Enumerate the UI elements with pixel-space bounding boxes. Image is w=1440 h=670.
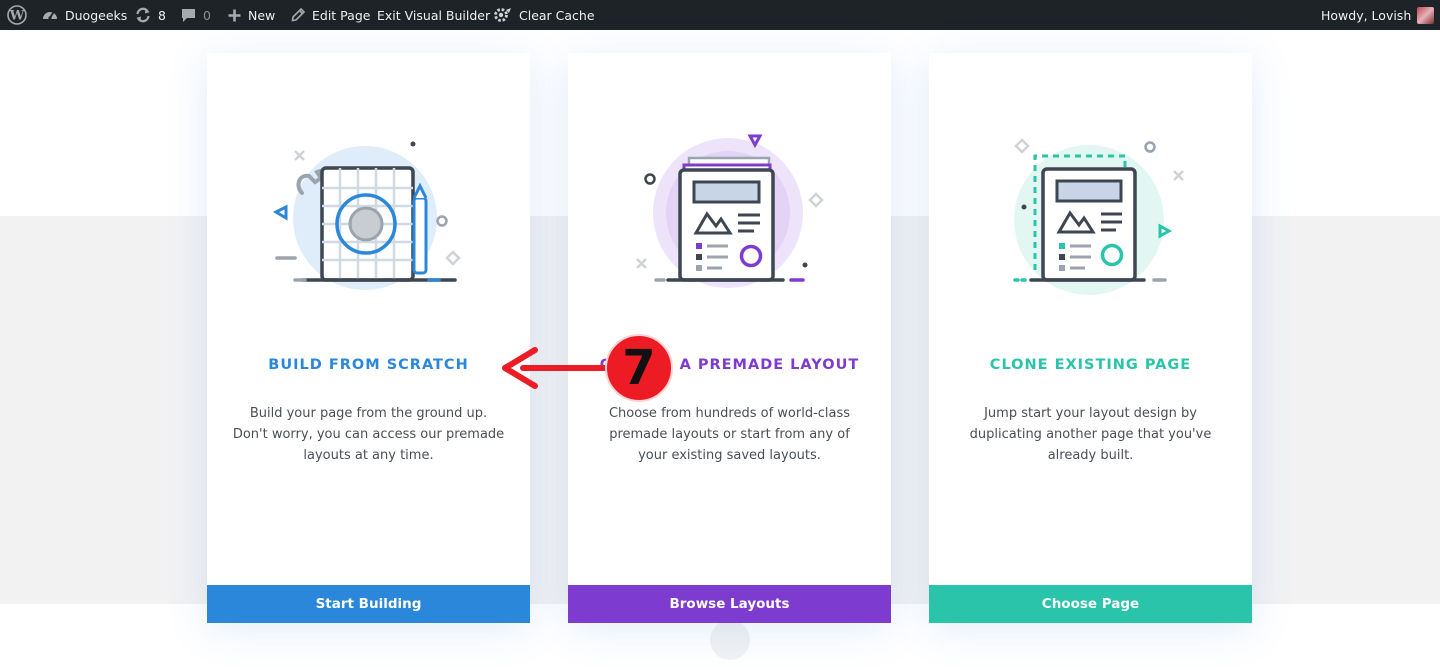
plus-icon (228, 9, 241, 21)
clone-existing-page-card: CLONE EXISTING PAGE Jump start your layo… (929, 53, 1252, 623)
greeting: Howdy, Lovish (1321, 7, 1412, 23)
new-label: New (248, 7, 276, 23)
cache-gear-icon (494, 8, 511, 22)
wordpress-logo-icon: W (7, 5, 27, 25)
comment-bubble-icon (182, 8, 195, 22)
exit-builder-label: Exit Visual Builder (377, 7, 491, 23)
premade-layout-illustration (636, 134, 824, 288)
card-title: CLONE EXISTING PAGE (989, 357, 1192, 373)
site-name-link[interactable]: Duogeeks (41, 0, 127, 30)
start-building-button[interactable]: Start Building (207, 585, 530, 623)
card-description: Jump start your layout design by duplica… (969, 406, 1212, 463)
new-content-link[interactable]: New (227, 0, 275, 30)
updates-count: 8 (158, 7, 166, 23)
build-from-scratch-illustration (272, 141, 461, 290)
admin-bar: W Duogeeks 8 0 New Edit Page Exit Visual… (0, 0, 1440, 30)
card-description: Choose from hundreds of world-class prem… (608, 406, 851, 463)
page-background-circle (710, 620, 750, 660)
browse-layouts-button[interactable]: Browse Layouts (568, 585, 891, 623)
edit-page-label: Edit Page (312, 7, 371, 23)
card-description: Build your page from the ground up. Don'… (232, 406, 505, 463)
avatar (1417, 6, 1435, 24)
svg-text:W: W (9, 9, 25, 24)
user-account-menu[interactable]: Howdy, Lovish (1321, 0, 1435, 30)
site-name: Duogeeks (65, 7, 128, 23)
exit-visual-builder-link[interactable]: Exit Visual Builder (377, 0, 490, 30)
dashboard-gauge-icon (43, 11, 57, 20)
step-number-badge: 7 (605, 334, 673, 402)
choose-page-button[interactable]: Choose Page (929, 585, 1252, 623)
comments-link[interactable]: 0 (180, 0, 211, 30)
step-annotation: 7 (495, 330, 680, 410)
clear-cache-label: Clear Cache (519, 7, 595, 23)
comments-count: 0 (203, 7, 211, 23)
card-title: BUILD FROM SCRATCH (268, 357, 469, 373)
clone-page-illustration (1013, 138, 1184, 295)
updates-link[interactable]: 8 (134, 0, 166, 30)
pencil-icon (291, 7, 306, 22)
wordpress-logo-button[interactable]: W (7, 0, 27, 30)
clear-cache-link[interactable]: Clear Cache (492, 0, 595, 30)
build-from-scratch-card: BUILD FROM SCRATCH Build your page from … (207, 53, 530, 623)
edit-page-link[interactable]: Edit Page (290, 0, 370, 30)
refresh-icon (136, 7, 150, 23)
